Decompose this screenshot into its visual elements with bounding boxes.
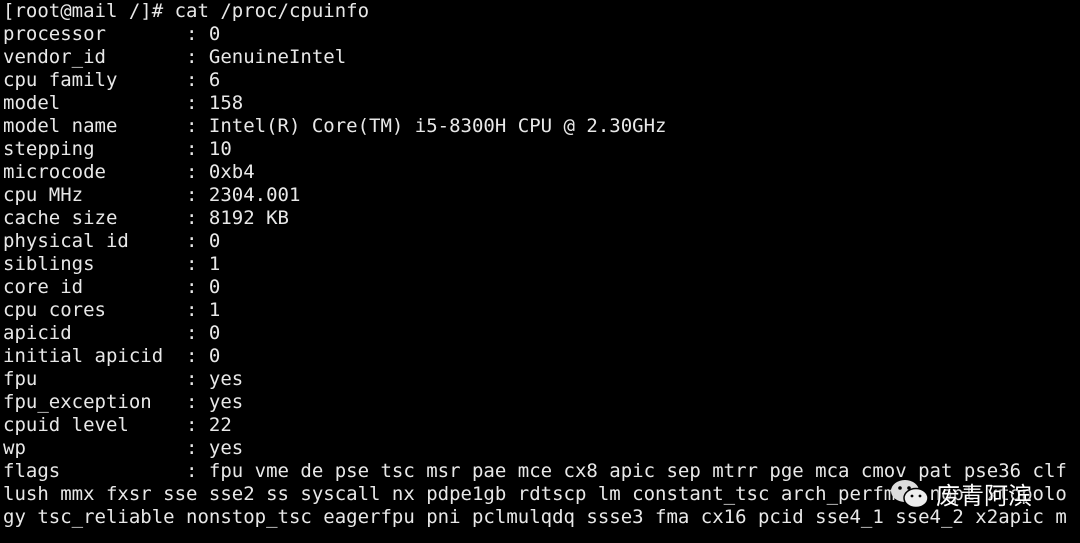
watermark-text: 废青阿滨 <box>936 482 1032 510</box>
terminal-line: core id : 0 <box>3 276 221 298</box>
terminal-line: initial apicid : 0 <box>3 345 221 367</box>
terminal-line: microcode : 0xb4 <box>3 161 255 183</box>
terminal-line: cpu MHz : 2304.001 <box>3 184 301 206</box>
terminal-line: model : 158 <box>3 92 244 114</box>
terminal-line: siblings : 1 <box>3 253 221 275</box>
terminal-line: physical id : 0 <box>3 230 221 252</box>
terminal-line: cpu family : 6 <box>3 69 221 91</box>
terminal-line: model name : Intel(R) Core(TM) i5-8300H … <box>3 115 667 137</box>
terminal-line: stepping : 10 <box>3 138 232 160</box>
terminal-line: apicid : 0 <box>3 322 221 344</box>
terminal-line: vendor_id : GenuineIntel <box>3 46 347 68</box>
terminal-line: fpu : yes <box>3 368 244 390</box>
terminal-line: cache size : 8192 KB <box>3 207 289 229</box>
wechat-icon <box>890 478 930 510</box>
terminal-line-prompt: [root@mail /]# cat /proc/cpuinfo <box>3 0 370 22</box>
terminal-line: cpu cores : 1 <box>3 299 221 321</box>
terminal-line: wp : yes <box>3 437 244 459</box>
watermark: 废青阿滨 <box>890 476 1032 511</box>
terminal-line: processor : 0 <box>3 23 221 45</box>
terminal-line: cpuid level : 22 <box>3 414 232 436</box>
terminal-line: fpu_exception : yes <box>3 391 244 413</box>
terminal-output: [root@mail /]# cat /proc/cpuinfo processo… <box>3 0 1067 529</box>
